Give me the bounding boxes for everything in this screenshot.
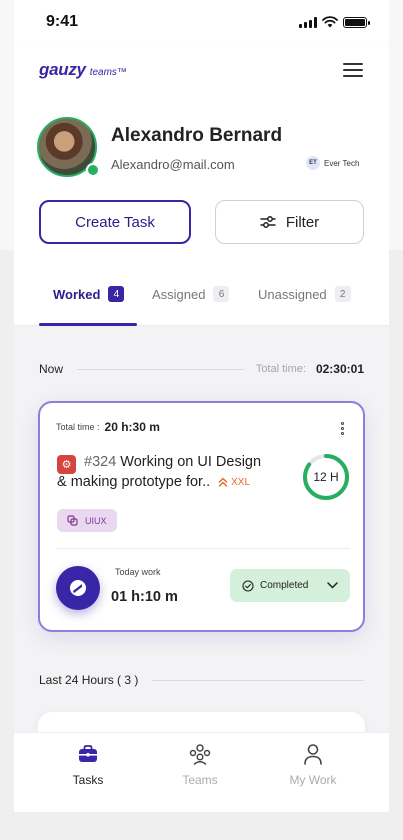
user-email: Alexandro@mail.com [111,157,235,172]
task-title-line2: & making prototype for.. XXL [57,474,250,490]
section-now-label: Now [39,362,64,376]
status-bar: 9:41 [14,0,389,44]
tab-label: Unassigned [258,286,327,302]
company-name: Ever Tech [324,158,360,168]
tab-label: Worked [53,286,101,302]
section-last24-label: Last 24 Hours ( 3 ) [39,673,139,687]
section-now-header: Now Total time: 02:30:01 [39,362,364,376]
section-divider [77,368,244,370]
total-time-value: 02:30:01 [315,362,364,376]
create-task-label: Create Task [75,213,155,231]
app-header: gauzy teams™ [14,44,389,96]
company-logo-icon: ET [306,156,320,170]
status-dropdown[interactable]: Completed [230,569,350,602]
card-total-time: Total time : 20 h:30 m [56,420,160,434]
card-total-value: 20 h:30 m [104,420,160,434]
chevron-down-icon [327,582,338,589]
company-badge: ET Ever Tech [306,156,359,170]
today-work-label: Today work [115,567,161,577]
logo-brand: gauzy [39,60,86,79]
tab-count-badge: 2 [334,286,351,302]
tag-icon [67,515,78,526]
active-tab-indicator [39,323,137,326]
timer-toggle-button[interactable] [56,566,100,610]
nav-my-work[interactable]: My Work [268,743,358,787]
profile-section: Alexandro Bernard Alexandro@mail.com ET … [14,96,389,326]
wifi-icon [322,16,338,28]
card-total-label: Total time : [56,422,100,432]
tab-unassigned[interactable]: Unassigned 2 [258,286,351,302]
active-task-card[interactable]: Total time : 20 h:30 m ⚙ #324 Working on… [38,401,365,632]
timer-icon [70,580,86,596]
status-icons [299,16,370,28]
cellular-signal-icon [299,16,317,28]
section-last24-header: Last 24 Hours ( 3 ) [39,673,364,687]
tab-count-badge: 6 [213,286,230,302]
filter-label: Filter [285,213,320,231]
status-time: 9:41 [46,13,79,30]
nav-label: Teams [182,773,218,787]
bug-icon: ⚙ [57,455,76,474]
tab-assigned[interactable]: Assigned 6 [152,286,230,302]
nav-tasks[interactable]: Tasks [43,743,133,787]
user-icon [304,744,322,765]
double-chevron-up-icon [218,477,228,487]
filter-sliders-icon [260,216,276,228]
nav-label: Tasks [72,773,104,787]
task-tabs: Worked 4 Assigned 6 Unassigned 2 [14,274,389,326]
team-icon [189,744,211,765]
create-task-button[interactable]: Create Task [39,200,191,244]
nav-teams[interactable]: Teams [155,743,245,787]
tab-label: Assigned [152,286,206,302]
priority-label: XXL [231,476,251,488]
task-number: #324 [84,454,117,470]
tag-label: UIUX [85,515,107,526]
status-label: Completed [260,580,309,591]
estimate-value: 12 H [313,470,339,484]
briefcase-icon [79,745,97,762]
priority-badge: XXL [218,477,250,488]
tab-count-badge: 4 [108,286,125,302]
tab-worked[interactable]: Worked 4 [53,286,125,302]
user-name: Alexandro Bernard [111,125,283,146]
total-time-label: Total time: [255,363,306,375]
filter-button[interactable]: Filter [215,200,364,244]
app-screen: 9:41 gauzy teams™ Alexandro Bernard Alex… [14,0,389,812]
more-options-icon[interactable] [339,420,346,437]
check-circle-icon [242,579,254,592]
card-divider [57,548,350,549]
gauzy-teams-logo[interactable]: gauzy teams™ [39,60,127,80]
hamburger-menu-icon[interactable] [343,63,363,77]
battery-icon [343,16,370,28]
nav-label: My Work [289,773,337,787]
task-title-text: Working on UI Design [120,454,262,470]
task-title-line1[interactable]: #324 Working on UI Design [84,454,261,470]
logo-suffix: teams™ [89,67,127,78]
bottom-navigation: Tasks Teams My Work [14,732,389,812]
label-tag[interactable]: UIUX [57,509,117,532]
online-status-indicator [86,163,100,177]
section-divider [152,679,364,681]
today-work-value: 01 h:10 m [111,589,178,605]
task-title-text: & making prototype for.. [57,474,211,490]
